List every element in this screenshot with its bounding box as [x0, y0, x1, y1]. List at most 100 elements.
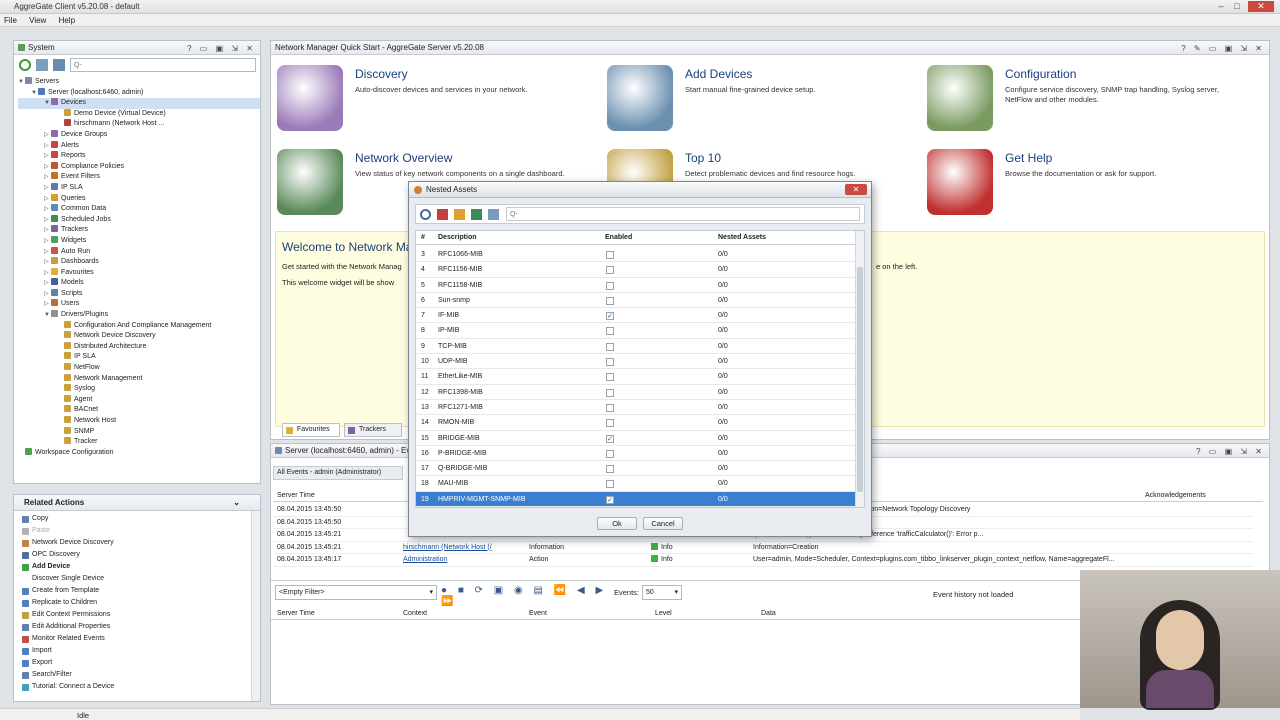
enabled-checkbox[interactable]	[606, 342, 614, 351]
asset-row[interactable]: 3 RFC1066-MIB 0/0	[416, 247, 856, 263]
tree-item[interactable]: Configuration And Compliance Management	[18, 320, 260, 332]
expand-arrow-icon[interactable]: ▷	[44, 162, 51, 173]
tree-item[interactable]: ▷ Auto Run	[18, 246, 260, 258]
enabled-checkbox[interactable]	[606, 403, 614, 412]
asset-row[interactable]: 8 IP-MIB 0/0	[416, 323, 856, 339]
related-action-item[interactable]: Search/Filter	[18, 669, 260, 681]
asset-row[interactable]: 16 P-BRIDGE-MIB 0/0	[416, 446, 856, 462]
col-nested-assets[interactable]: Nested Assets	[718, 234, 766, 241]
related-action-item[interactable]: Replicate to Children	[18, 597, 260, 609]
expand-arrow-icon[interactable]: ▷	[44, 183, 51, 194]
col-acknowledgements[interactable]: Acknowledgements	[1145, 492, 1206, 499]
event-row[interactable]: 08.04.2015 13:45:17 Administration Action I…	[273, 554, 1253, 567]
panel-window-icons[interactable]: ? ✎ ▭ ▣ ⇲ ✕	[1181, 42, 1265, 55]
dialog-close-button[interactable]: ✕	[845, 184, 867, 195]
asset-row[interactable]: 10 UDP-MIB 0/0	[416, 354, 856, 370]
tree-item[interactable]: ▷ Dashboards	[18, 257, 260, 268]
delete-icon[interactable]	[437, 209, 448, 220]
expand-arrow-icon[interactable]: ▷	[44, 204, 51, 215]
expand-arrow-icon[interactable]: ▼	[31, 88, 38, 99]
related-action-item[interactable]: Edit Additional Properties	[18, 621, 260, 633]
maximize-button[interactable]: □	[1230, 1, 1244, 12]
expand-arrow-icon[interactable]: ▷	[44, 130, 51, 141]
enabled-checkbox[interactable]	[606, 388, 614, 397]
asset-row[interactable]: 12 RFC1398-MIB 0/0	[416, 385, 856, 400]
asset-row[interactable]: 6 Sun-snmp 0/0	[416, 293, 856, 309]
tree-item[interactable]: ▷ Reports	[18, 151, 260, 162]
tree-item[interactable]: ▼ Drivers/Plugins	[18, 310, 260, 321]
tree-item[interactable]: Agent	[18, 394, 260, 406]
tile-title[interactable]: Configuration	[1005, 67, 1076, 81]
tile-title[interactable]: Add Devices	[685, 67, 752, 81]
col-number[interactable]: #	[421, 234, 425, 241]
related-action-item[interactable]: Add Device	[18, 561, 260, 573]
tree-item[interactable]: ▷ Scripts	[18, 288, 260, 300]
tree-item[interactable]: hirschmann (Network Host ...	[18, 119, 260, 130]
tile-title[interactable]: Get Help	[1005, 151, 1052, 165]
cancel-button[interactable]: Cancel	[643, 517, 683, 530]
menu-view[interactable]: View	[29, 14, 46, 27]
tree-item[interactable]: ▷ Device Groups	[18, 129, 260, 141]
enabled-checkbox[interactable]	[606, 251, 614, 259]
save-icon[interactable]	[471, 209, 482, 220]
minimize-button[interactable]: –	[1214, 1, 1228, 12]
tree-item[interactable]: ▷ Queries	[18, 193, 260, 205]
enabled-checkbox[interactable]	[606, 480, 614, 489]
event-context-link[interactable]: hirschmann (Network Host (/	[403, 542, 492, 555]
tile-icon[interactable]	[607, 65, 673, 131]
enabled-checkbox[interactable]	[606, 358, 614, 367]
validate-icon[interactable]	[488, 209, 499, 220]
tile-title[interactable]: Top 10	[685, 151, 721, 165]
tree-item[interactable]: Tracker	[18, 437, 260, 448]
related-action-item[interactable]: Tutorial: Connect a Device	[18, 681, 260, 693]
tree-item[interactable]: SNMP	[18, 426, 260, 438]
tree-item[interactable]: ▷ Trackers	[18, 225, 260, 236]
hist-col-level[interactable]: Level	[655, 610, 672, 617]
dialog-search-input[interactable]	[506, 207, 860, 221]
enabled-checkbox[interactable]	[606, 465, 614, 474]
hist-col-event[interactable]: Event	[529, 610, 547, 617]
asset-row[interactable]: 19 HMPRIV-MGMT-SNMP-MIB ✓ 0/0	[416, 491, 856, 508]
asset-row[interactable]: 18 MAU-MIB 0/0	[416, 476, 856, 492]
related-action-item[interactable]: Create from Template	[18, 585, 260, 597]
tree-item[interactable]: Network Device Discovery	[18, 331, 260, 342]
enabled-checkbox[interactable]: ✓	[606, 312, 614, 321]
enabled-checkbox[interactable]	[606, 327, 614, 336]
tile-icon[interactable]	[927, 149, 993, 215]
expand-arrow-icon[interactable]: ▷	[44, 247, 51, 258]
tree-item[interactable]: ▷ Users	[18, 299, 260, 310]
col-server-time[interactable]: Server Time	[277, 492, 315, 499]
tree-item[interactable]: ▼ Devices	[18, 98, 260, 109]
hist-col-context[interactable]: Context	[403, 610, 427, 617]
enabled-checkbox[interactable]	[606, 419, 614, 428]
event-context-link[interactable]: Administration	[403, 554, 447, 567]
tree-item[interactable]: ▼ Server (localhost:6460, admin)	[18, 87, 260, 99]
expand-arrow-icon[interactable]: ▷	[44, 236, 51, 247]
expand-arrow-icon[interactable]: ▷	[44, 151, 51, 162]
expand-arrow-icon[interactable]: ▷	[44, 215, 51, 226]
events-count-select[interactable]: 50 ▾	[642, 585, 682, 600]
events-subtitle[interactable]: All Events - admin (Administrator)	[273, 466, 403, 480]
tree-item[interactable]: ▷ Compliance Policies	[18, 161, 260, 173]
refresh-icon[interactable]	[19, 59, 31, 71]
enabled-checkbox[interactable]: ✓	[606, 495, 614, 504]
asset-row[interactable]: 7 IF-MIB ✓ 0/0	[416, 308, 856, 324]
event-row[interactable]: 08.04.2015 13:45:21 hirschmann (Network H…	[273, 542, 1253, 555]
quickstart-tile[interactable]: Add Devices Start manual fine-grained dev…	[607, 65, 927, 137]
expand-arrow-icon[interactable]: ▷	[44, 289, 51, 300]
tile-title[interactable]: Discovery	[355, 67, 408, 81]
tab-favourites[interactable]: Favourites	[282, 423, 340, 437]
expand-arrow-icon[interactable]: ▷	[44, 172, 51, 183]
expand-arrow-icon[interactable]: ▼	[44, 310, 51, 321]
tree-item[interactable]: ▷ Event Filters	[18, 172, 260, 183]
tree-item[interactable]: ▷ Scheduled Jobs	[18, 214, 260, 226]
related-action-item[interactable]: Monitor Related Events	[18, 633, 260, 645]
related-action-item[interactable]: Copy	[18, 513, 260, 525]
folder-icon[interactable]	[454, 209, 465, 220]
asset-row[interactable]: 17 Q-BRIDGE-MIB 0/0	[416, 461, 856, 477]
tree-item[interactable]: Workspace Configuration	[18, 447, 260, 459]
tree-item[interactable]: ▷ Widgets	[18, 235, 260, 247]
menu-help[interactable]: Help	[59, 14, 75, 27]
related-action-item[interactable]: OPC Discovery	[18, 549, 260, 561]
hist-col-server-time[interactable]: Server Time	[277, 610, 315, 617]
